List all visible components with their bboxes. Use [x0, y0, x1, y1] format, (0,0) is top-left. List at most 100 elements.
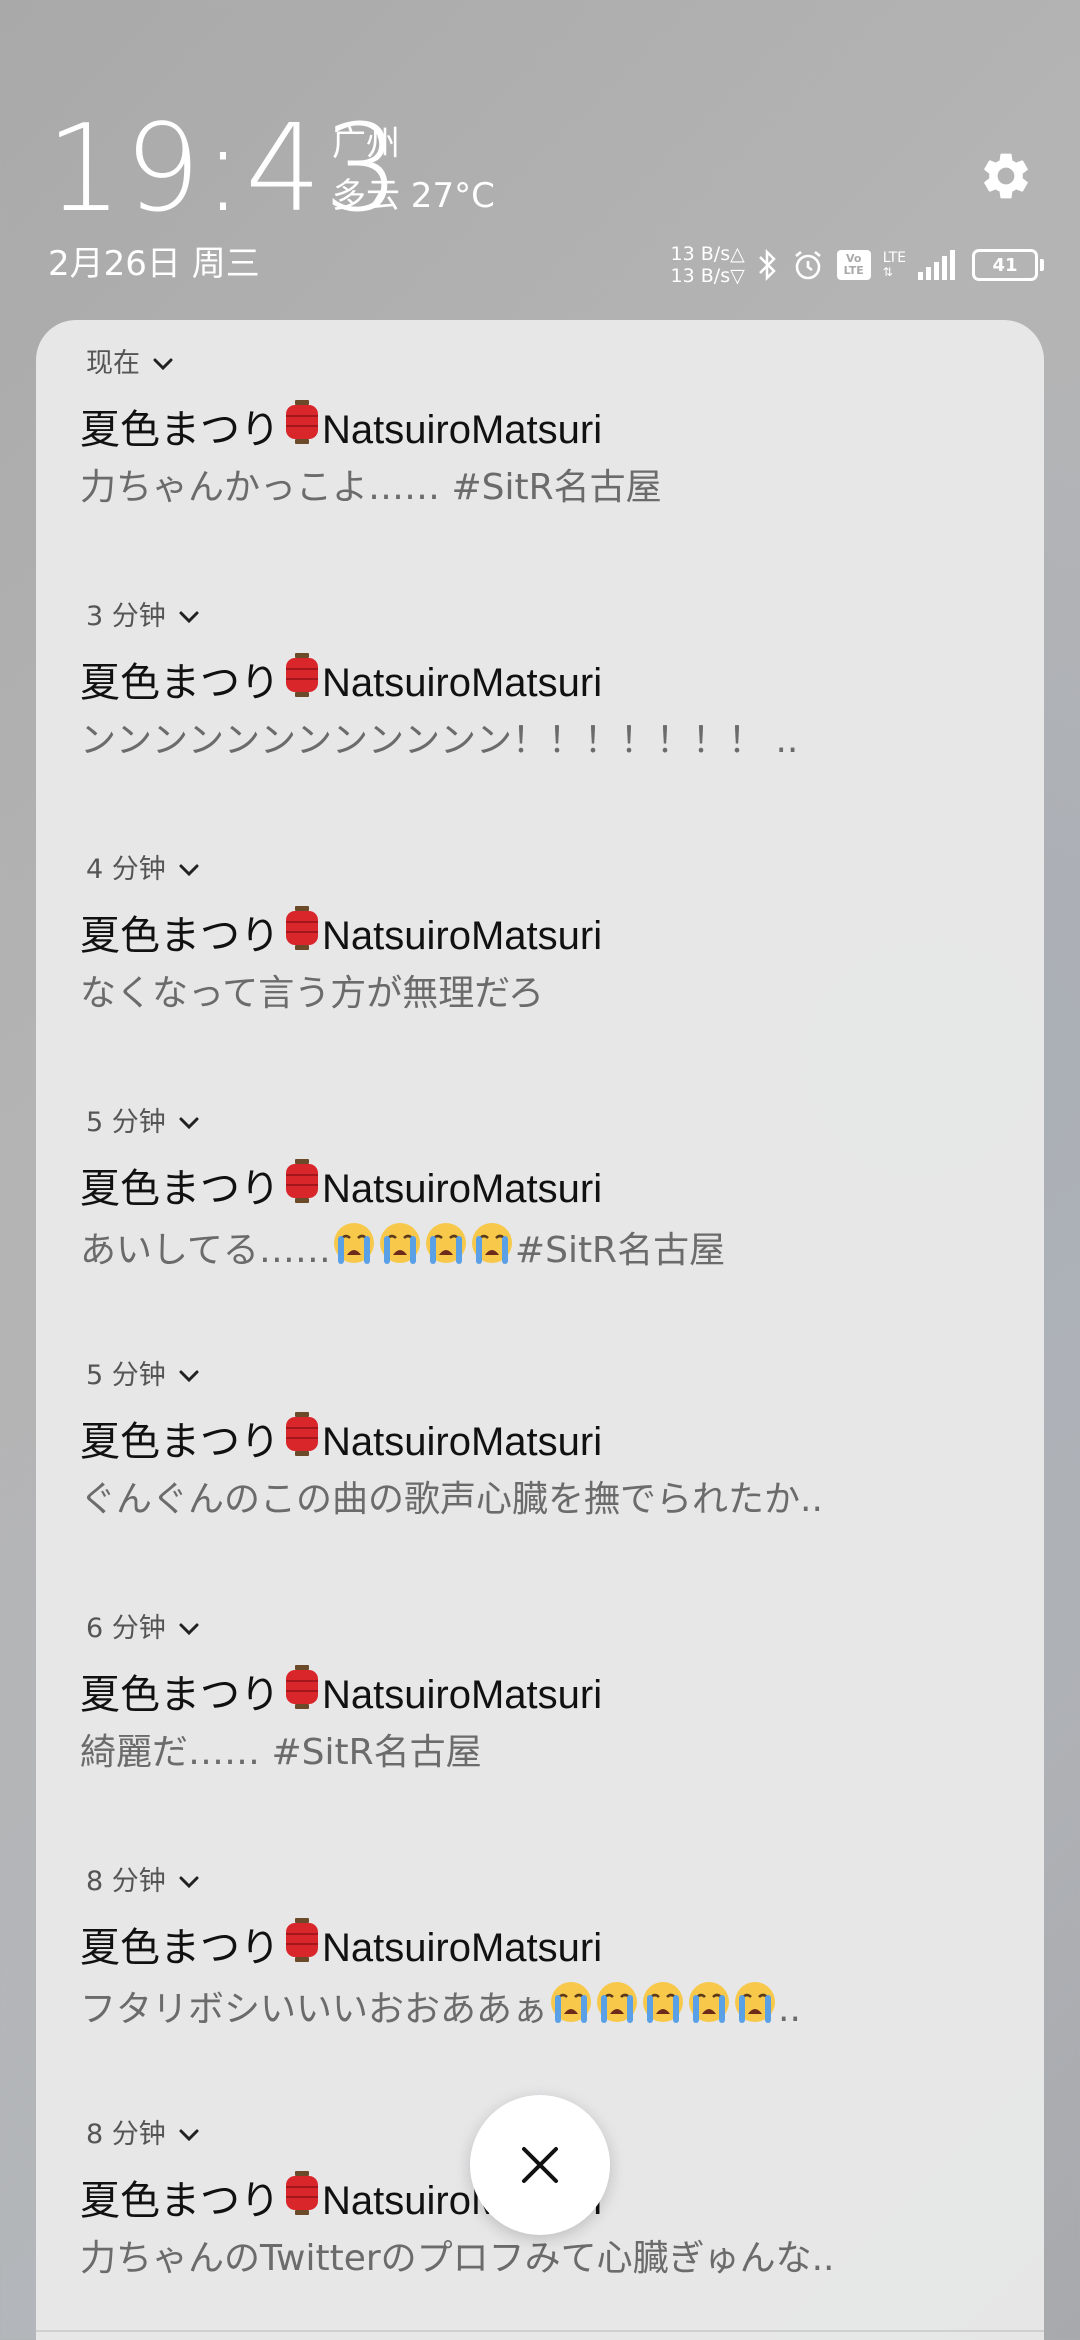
notification-title: 夏色まつり NatsuiroMatsuri: [80, 906, 602, 965]
crying-emoji-icon: [332, 1221, 376, 1280]
chevron-down-icon: [178, 1369, 200, 1383]
notification-title: 夏色まつり NatsuiroMatsuri: [80, 1159, 602, 1218]
body-text: 綺麗だ…… #SitR名古屋: [80, 1732, 482, 1773]
settings-gear-icon[interactable]: [978, 148, 1034, 204]
lantern-icon: [284, 1412, 320, 1471]
lantern-icon: [284, 906, 320, 965]
volte-icon: Vo LTE: [836, 250, 871, 280]
notification-item[interactable]: 5 分钟夏色まつり NatsuiroMatsuri あいしてる…… #SitR名古屋: [36, 1079, 1044, 1332]
chevron-down-icon: [178, 1875, 200, 1889]
notification-item[interactable]: 6 分钟夏色まつり NatsuiroMatsuri 綺麗だ…… #SitR名古屋: [36, 1585, 1044, 1838]
close-icon: [522, 2147, 558, 2183]
body-text: フタリボシいいいおおああぁ: [80, 1988, 549, 2030]
lantern-icon: [284, 400, 320, 459]
body-text-after: ..: [778, 1988, 801, 2030]
net-down: 13 B/s▽: [670, 265, 745, 287]
battery-icon: 41: [972, 249, 1044, 281]
body-text: なくなって言う方が無理だろ: [80, 973, 545, 1014]
notification-title: 夏色まつり NatsuiroMatsuri: [80, 1918, 602, 1977]
notification-time[interactable]: 4 分钟: [86, 852, 200, 888]
crying-emoji-icon: [687, 1980, 731, 2039]
chevron-down-icon: [178, 863, 200, 877]
chevron-down-icon: [178, 610, 200, 624]
body-text: 力ちゃんのTwitterのプロフみて心臓ぎゅんな..: [80, 2238, 835, 2279]
notification-time[interactable]: 5 分钟: [86, 1105, 200, 1141]
title-en: NatsuiroMatsuri: [322, 1419, 603, 1464]
body-text: 力ちゃんかっこよ…… #SitR名古屋: [80, 467, 662, 508]
notification-time-label: 5 分钟: [86, 1107, 166, 1138]
title-jp: 夏色まつり: [80, 406, 280, 453]
crying-emoji-icon: [470, 1221, 514, 1280]
lantern-icon: [284, 653, 320, 712]
network-speed: 13 B/s△ 13 B/s▽: [671, 243, 745, 287]
title-jp: 夏色まつり: [80, 912, 280, 959]
crying-emoji-icon: [641, 1980, 685, 2039]
chevron-down-icon: [178, 2128, 200, 2142]
notification-time-label: 8 分钟: [86, 2119, 166, 2150]
chevron-down-icon: [178, 1622, 200, 1636]
notification-title: 夏色まつり NatsuiroMatsuri: [80, 653, 602, 712]
status-bar: 13 B/s△ 13 B/s▽ Vo LTE LTE ⇅ 41: [671, 240, 1044, 290]
lantern-icon: [284, 2171, 320, 2230]
weather-condition: 多云 27°C: [332, 176, 495, 216]
notification-time[interactable]: 3 分钟: [86, 599, 200, 635]
notification-time-label: 8 分钟: [86, 1866, 166, 1897]
notification-time[interactable]: 8 分钟: [86, 1864, 200, 1900]
title-en: NatsuiroMatsuri: [322, 1925, 603, 1970]
title-jp: 夏色まつり: [80, 1671, 280, 1718]
lantern-icon: [284, 1159, 320, 1218]
notification-time[interactable]: 现在: [86, 346, 174, 382]
title-en: NatsuiroMatsuri: [322, 913, 603, 958]
clear-all-button[interactable]: [470, 2095, 610, 2235]
crying-emoji-icon: [549, 1980, 593, 2039]
notification-body: ンンンンンンンンンンンン！！！！！！！ ..: [80, 715, 798, 767]
notification-title: 夏色まつり NatsuiroMatsuri: [80, 1412, 602, 1471]
title-jp: 夏色まつり: [80, 2177, 280, 2224]
signal-icon: [918, 250, 955, 280]
weather-city: 广州: [332, 124, 400, 164]
title-jp: 夏色まつり: [80, 1418, 280, 1465]
notification-item[interactable]: 3 分钟夏色まつり NatsuiroMatsuri ンンンンンンンンンンンン！！！！…: [36, 573, 1044, 826]
notification-panel: 现在夏色まつり NatsuiroMatsuri 力ちゃんかっこよ…… #SitR名古…: [36, 320, 1044, 2340]
notification-item[interactable]: 4 分钟夏色まつり NatsuiroMatsuri なくなって言う方が無理だろ: [36, 826, 1044, 1079]
lte-indicator: LTE ⇅: [882, 250, 906, 279]
notification-item[interactable]: 现在夏色まつり NatsuiroMatsuri 力ちゃんかっこよ…… #SitR名古…: [36, 320, 1044, 573]
notification-body: あいしてる…… #SitR名古屋: [80, 1221, 725, 1280]
date-label: 2月26日 周三: [48, 244, 260, 284]
crying-emoji-icon: [595, 1980, 639, 2039]
notification-item[interactable]: 8 分钟夏色まつり NatsuiroMatsuri フタリボシいいいおおああぁ..: [36, 1838, 1044, 2091]
notification-body: フタリボシいいいおおああぁ..: [80, 1980, 801, 2039]
body-text: あいしてる……: [80, 1229, 331, 1271]
notification-body: ぐんぐんのこの曲の歌声心臓を撫でられたか..: [80, 1474, 823, 1526]
notification-time-label: 现在: [86, 348, 140, 379]
crying-emoji-icon: [378, 1221, 422, 1280]
weather-widget[interactable]: 广州 多云 27°C: [332, 118, 495, 222]
notification-time-label: 3 分钟: [86, 601, 166, 632]
notification-title: 夏色まつり NatsuiroMatsuri: [80, 1665, 602, 1724]
body-text: ぐんぐんのこの曲の歌声心臓を撫でられたか..: [80, 1479, 823, 1520]
title-jp: 夏色まつり: [80, 659, 280, 706]
body-text-after: #SitR名古屋: [514, 1229, 726, 1271]
notification-time-label: 4 分钟: [86, 854, 166, 885]
notification-time[interactable]: 8 分钟: [86, 2117, 200, 2153]
notification-time[interactable]: 6 分钟: [86, 1611, 200, 1647]
crying-emoji-icon: [424, 1221, 468, 1280]
bluetooth-icon: [758, 248, 776, 282]
notification-body: 力ちゃんのTwitterのプロフみて心臓ぎゅんな..: [80, 2233, 834, 2285]
title-en: NatsuiroMatsuri: [322, 1166, 603, 1211]
notification-body: 力ちゃんかっこよ…… #SitR名古屋: [80, 462, 662, 514]
lantern-icon: [284, 1665, 320, 1724]
title-jp: 夏色まつり: [80, 1165, 280, 1212]
lantern-icon: [284, 1918, 320, 1977]
chevron-down-icon: [178, 1116, 200, 1130]
notification-item[interactable]: 5 分钟夏色まつり NatsuiroMatsuri ぐんぐんのこの曲の歌声心臓を撫で…: [36, 1332, 1044, 1585]
title-jp: 夏色まつり: [80, 1924, 280, 1971]
notification-body: 綺麗だ…… #SitR名古屋: [80, 1727, 482, 1779]
title-en: NatsuiroMatsuri: [322, 1672, 603, 1717]
title-en: NatsuiroMatsuri: [322, 660, 603, 705]
panel-divider: [36, 2330, 1044, 2332]
notification-time[interactable]: 5 分钟: [86, 1358, 200, 1394]
notification-title: 夏色まつり NatsuiroMatsuri: [80, 400, 602, 459]
alarm-icon: [794, 250, 821, 280]
body-text: ンンンンンンンンンンンン！！！！！！！ ..: [80, 720, 799, 761]
